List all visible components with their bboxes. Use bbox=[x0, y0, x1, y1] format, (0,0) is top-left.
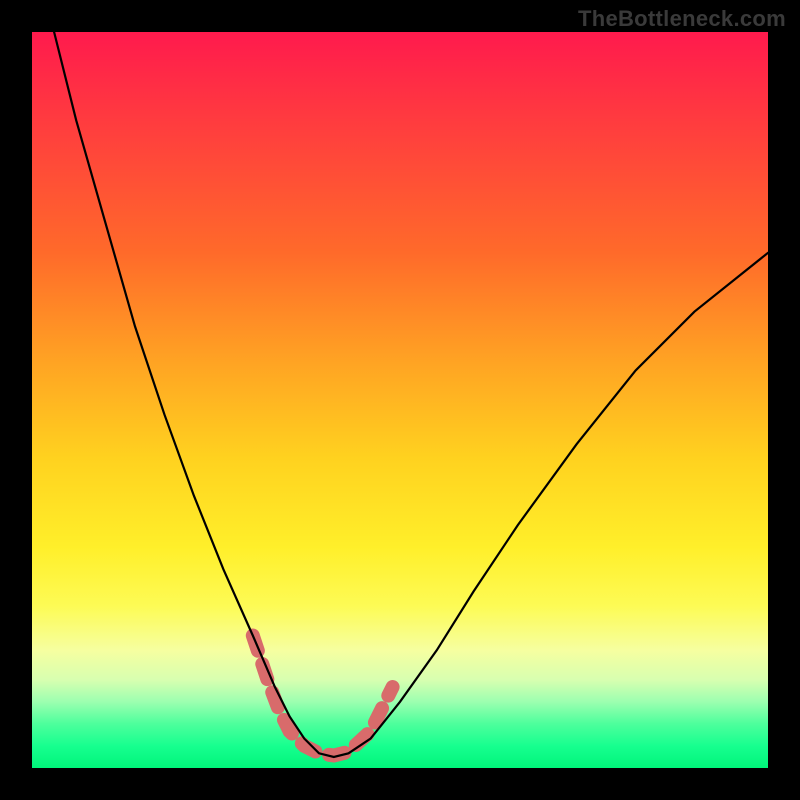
chart-overlay bbox=[32, 32, 768, 768]
bottleneck-curve bbox=[54, 32, 768, 757]
plot-area bbox=[32, 32, 768, 768]
chart-frame: TheBottleneck.com bbox=[0, 0, 800, 800]
watermark-text: TheBottleneck.com bbox=[578, 6, 786, 32]
